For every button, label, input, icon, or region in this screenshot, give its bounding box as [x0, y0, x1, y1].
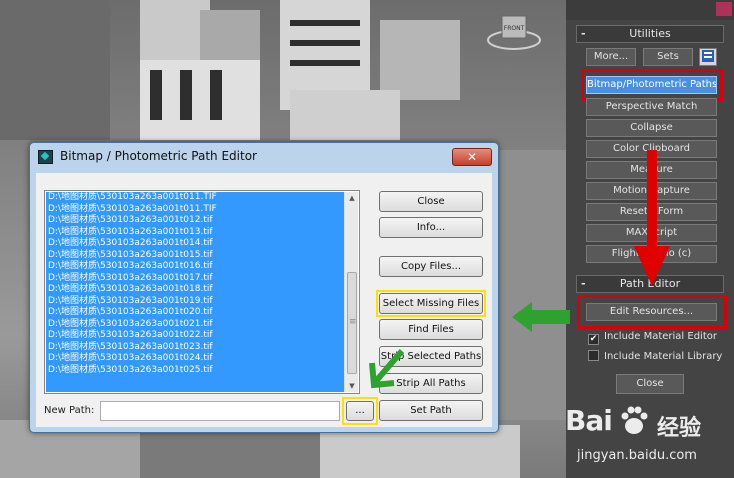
- watermark-cn: 经验: [657, 416, 702, 441]
- list-item[interactable]: D:\地图材质\530103a263a001t011.TIF: [46, 204, 344, 216]
- building: [290, 90, 400, 140]
- list-item[interactable]: D:\地图材质\530103a263a001t024.tif: [46, 353, 344, 365]
- find-files-button[interactable]: Find Files: [379, 319, 483, 340]
- list-item[interactable]: D:\地图材质\530103a263a001t018.tif: [46, 284, 344, 296]
- viewcube-gizmo[interactable]: FRONT: [484, 8, 544, 52]
- checkbox-checked[interactable]: ✔: [588, 334, 599, 345]
- list-item[interactable]: D:\地图材质\530103a263a001t012.tif: [46, 215, 344, 227]
- utilities-rollout-header[interactable]: - Utilities: [576, 25, 724, 43]
- copy-files-button[interactable]: Copy Files...: [379, 256, 483, 277]
- list-item[interactable]: D:\地图材质\530103a263a001t022.tif: [46, 330, 344, 342]
- file-list-items: D:\地图材质\530103a263a001t011.TIF D:\地图材质\5…: [46, 192, 344, 392]
- highlight-frame: [581, 69, 723, 101]
- configure-sets-icon[interactable]: [699, 48, 717, 66]
- list-item[interactable]: D:\地图材质\530103a263a001t016.tif: [46, 261, 344, 273]
- panel-close-button[interactable]: Close: [616, 374, 684, 394]
- utilities-title: Utilities: [629, 27, 671, 40]
- list-item[interactable]: D:\地图材质\530103a263a001t020.tif: [46, 307, 344, 319]
- scroll-down-icon[interactable]: ▼: [346, 380, 358, 392]
- include-material-editor-label: Include Material Editor: [604, 331, 717, 342]
- building: [499, 150, 566, 420]
- info-button[interactable]: Info...: [379, 217, 483, 238]
- close-icon[interactable]: ✕: [452, 148, 492, 166]
- new-path-input[interactable]: [100, 401, 340, 421]
- collapse-button[interactable]: Collapse: [586, 119, 717, 137]
- building: [140, 60, 260, 140]
- building: [380, 20, 460, 100]
- set-path-button[interactable]: Set Path: [379, 400, 483, 421]
- paw-icon: [621, 406, 648, 434]
- highlight-frame: [342, 397, 378, 425]
- list-item[interactable]: D:\地图材质\530103a263a001t014.tif: [46, 238, 344, 250]
- list-item[interactable]: D:\地图材质\530103a263a001t013.tif: [46, 227, 344, 239]
- building: [0, 0, 110, 140]
- new-path-label: New Path:: [44, 405, 95, 416]
- baidu-watermark: Bai 经验 jingyan.baidu.com: [565, 398, 730, 476]
- green-arrow-icon: [369, 349, 404, 389]
- dialog-titlebar[interactable]: Bitmap / Photometric Path Editor ✕: [30, 143, 498, 171]
- panel-swatch[interactable]: [716, 2, 732, 16]
- include-material-editor-option[interactable]: ✔ Include Material Editor: [588, 331, 717, 345]
- app-icon: [38, 150, 53, 164]
- building: [140, 430, 320, 478]
- list-item[interactable]: D:\地图材质\530103a263a001t023.tif: [46, 342, 344, 354]
- perspective-match-button[interactable]: Perspective Match: [586, 98, 717, 116]
- watermark-url: jingyan.baidu.com: [577, 448, 697, 463]
- include-material-library-label: Include Material Library: [604, 351, 723, 362]
- path-editor-dialog: Bitmap / Photometric Path Editor ✕ D:\地图…: [29, 142, 499, 433]
- red-arrow-icon: [634, 150, 670, 286]
- more-button[interactable]: More...: [586, 48, 636, 66]
- list-item[interactable]: D:\地图材质\530103a263a001t011.TIF: [46, 192, 344, 204]
- list-item[interactable]: D:\地图材质\530103a263a001t019.tif: [46, 296, 344, 308]
- close-button[interactable]: Close: [379, 191, 483, 212]
- collapse-icon: -: [581, 27, 586, 40]
- highlight-frame: [577, 295, 727, 329]
- checkbox[interactable]: [588, 350, 599, 361]
- include-material-library-option[interactable]: Include Material Library: [588, 350, 722, 364]
- gizmo-label: FRONT: [504, 25, 525, 32]
- dialog-client: D:\地图材质\530103a263a001t011.TIF D:\地图材质\5…: [36, 173, 492, 427]
- dialog-title: Bitmap / Photometric Path Editor: [60, 149, 257, 163]
- green-arrow-left-icon: [512, 302, 570, 332]
- collapse-icon: -: [581, 277, 586, 290]
- watermark-logo: Bai: [565, 404, 613, 437]
- scroll-up-icon[interactable]: ▲: [346, 192, 358, 204]
- list-item[interactable]: D:\地图材质\530103a263a001t021.tif: [46, 319, 344, 331]
- panel-tabs: [566, 0, 734, 20]
- file-list[interactable]: D:\地图材质\530103a263a001t011.TIF D:\地图材质\5…: [44, 190, 360, 394]
- sets-button[interactable]: Sets: [643, 48, 693, 66]
- scroll-thumb[interactable]: [347, 272, 357, 374]
- list-item[interactable]: D:\地图材质\530103a263a001t017.tif: [46, 273, 344, 285]
- list-scrollbar[interactable]: ▲ ▼: [344, 192, 358, 392]
- list-item[interactable]: D:\地图材质\530103a263a001t025.tif: [46, 365, 344, 377]
- highlight-frame: [376, 290, 486, 317]
- list-item[interactable]: D:\地图材质\530103a263a001t015.tif: [46, 250, 344, 262]
